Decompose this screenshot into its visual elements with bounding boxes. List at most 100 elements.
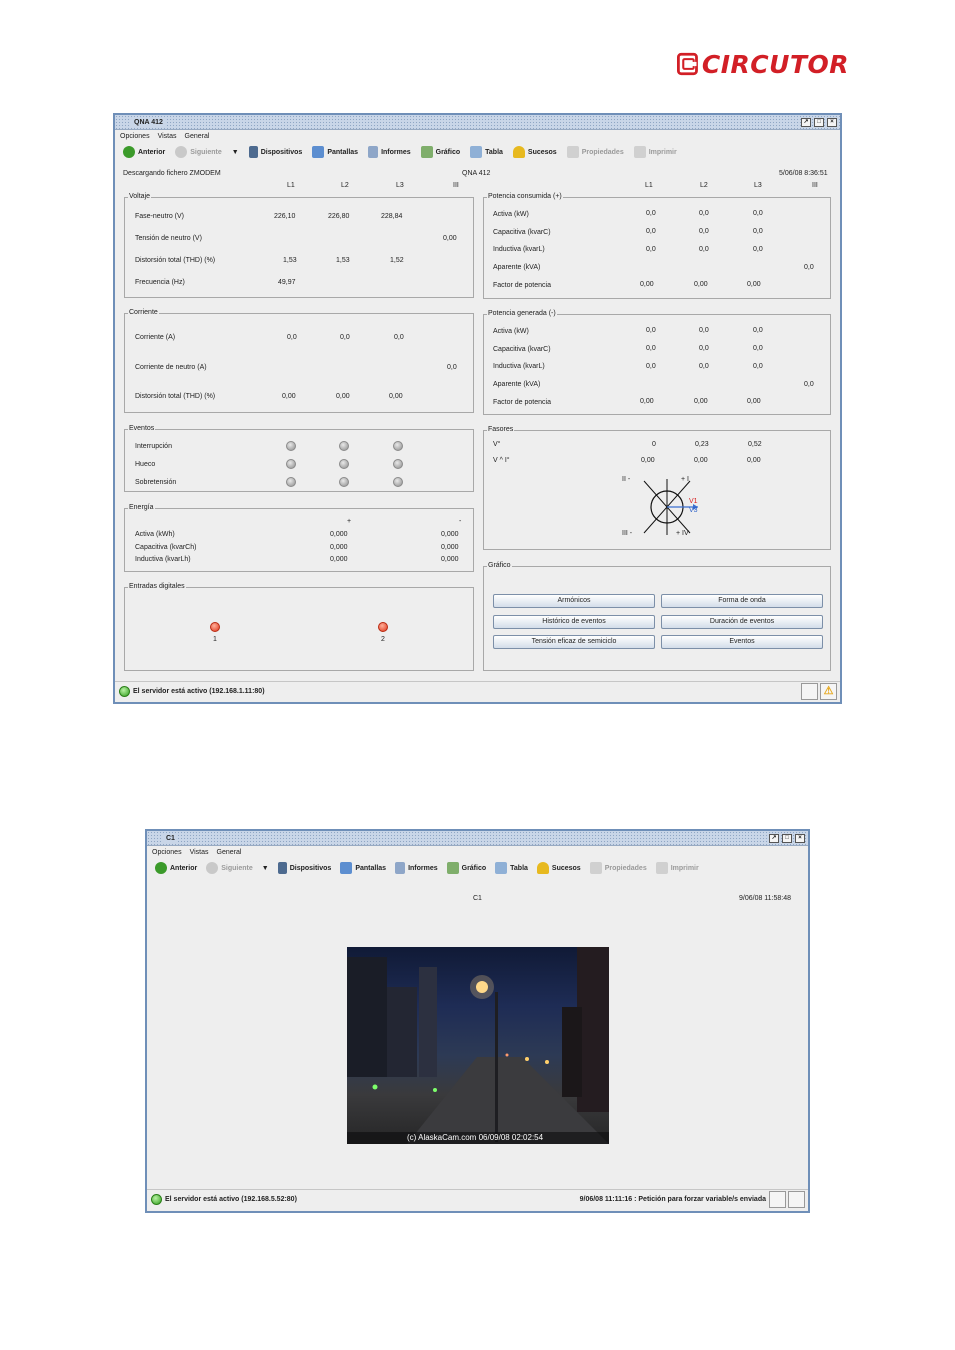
power-generated-panel: Potencia generada (-) Activa (kW) 0,0 0,…: [483, 310, 831, 415]
power-value: 0,0: [646, 363, 656, 370]
phasor-value: 0: [652, 441, 656, 448]
menu-opciones[interactable]: Opciones: [152, 849, 182, 856]
print-button[interactable]: Imprimir: [655, 862, 699, 874]
energy-value: 0,000: [330, 544, 348, 551]
next-button[interactable]: Siguiente: [206, 862, 253, 874]
close-icon[interactable]: ×: [795, 833, 805, 843]
power-value: 0,0: [646, 246, 656, 253]
back-button[interactable]: Anterior: [155, 862, 197, 874]
reports-button[interactable]: Informes: [368, 146, 411, 158]
digital-input-led: [378, 622, 388, 632]
event-led: [393, 441, 403, 451]
data-transfer-icon[interactable]: [801, 683, 818, 700]
table-button[interactable]: Tabla: [495, 862, 528, 874]
chevron-down-icon: ▼: [231, 148, 239, 156]
close-icon[interactable]: ×: [827, 117, 837, 127]
power-value: 0,0: [753, 228, 763, 235]
voltage-value: 226,10: [274, 213, 296, 220]
bell-icon: [536, 862, 549, 874]
events-graph-button[interactable]: Eventos: [661, 635, 823, 649]
back-button[interactable]: Anterior: [123, 146, 165, 158]
menu-bar: Opciones Vistas General: [147, 846, 808, 858]
event-led: [286, 441, 296, 451]
power-value: 0,00: [747, 398, 761, 405]
menu-general[interactable]: General: [185, 133, 210, 140]
circutor-logo-mark: [677, 52, 698, 76]
next-button[interactable]: Siguiente: [175, 146, 222, 158]
power-consumed-panel: Potencia consumida (+) Activa (kW) 0,0 0…: [483, 193, 831, 299]
status-bar: El servidor está activo (192.168.5.52:80…: [147, 1189, 808, 1209]
power-row-label: Aparente (kVA): [493, 381, 541, 388]
power-consumed-panel-title: Potencia consumida (+): [487, 193, 563, 200]
detach-icon[interactable]: ↗: [801, 117, 811, 127]
status-bar: El servidor está activo (192.168.1.11:80…: [115, 681, 840, 701]
current-row-label: Corriente de neutro (A): [135, 364, 207, 371]
waveform-button[interactable]: Forma de onda: [661, 594, 823, 608]
events-panel-title: Eventos: [128, 425, 156, 432]
voltage-value: 228,84: [381, 213, 403, 220]
properties-button[interactable]: Propiedades: [589, 862, 647, 874]
phasor-row-label: V°: [493, 441, 501, 448]
energy-row-label: Capacitiva (kvarCh): [135, 544, 197, 551]
menu-vistas[interactable]: Vistas: [158, 133, 177, 140]
menu-general[interactable]: General: [217, 849, 242, 856]
voltage-row-label: Distorsión total (THD) (%): [135, 257, 216, 264]
maximize-icon[interactable]: □: [814, 117, 824, 127]
history-dropdown[interactable]: ▼: [232, 149, 239, 156]
event-row-label: Interrupción: [135, 443, 172, 450]
phasor-value: 0,00: [641, 457, 655, 464]
energy-value: 0,000: [441, 544, 459, 551]
qna412-window: QNA 412 ↗ □ × Opciones Vistas General An…: [113, 113, 842, 704]
menu-opciones[interactable]: Opciones: [120, 133, 150, 140]
screens-icon: [340, 862, 353, 874]
harmonics-button[interactable]: Armónicos: [493, 594, 655, 608]
chevron-down-icon: ▼: [261, 864, 269, 872]
half-cycle-rms-button[interactable]: Tensión eficaz de semiciclo: [493, 635, 655, 649]
devices-button[interactable]: Dispositivos: [277, 862, 331, 874]
current-row-label: Distorsión total (THD) (%): [135, 393, 216, 400]
warning-icon[interactable]: ⚠: [820, 683, 837, 700]
graph-panel-title: Gráfico: [487, 562, 512, 569]
reports-button[interactable]: Informes: [395, 862, 438, 874]
window-titlebar[interactable]: QNA 412 ↗ □ ×: [115, 115, 840, 130]
power-value: 0,0: [699, 228, 709, 235]
maximize-icon[interactable]: □: [782, 833, 792, 843]
printer-icon: [633, 146, 646, 158]
current-value: 0,0: [287, 334, 297, 341]
quadrant-i-label: + I: [681, 476, 689, 483]
graph-button[interactable]: Gráfico: [420, 146, 460, 158]
device-icon: [277, 862, 287, 874]
power-generated-panel-title: Potencia generada (-): [487, 310, 557, 317]
header-iii: III: [812, 182, 818, 189]
events-button[interactable]: Sucesos: [536, 862, 581, 874]
devices-button[interactable]: Dispositivos: [248, 146, 302, 158]
screens-button[interactable]: Pantallas: [340, 862, 386, 874]
events-button[interactable]: Sucesos: [512, 146, 557, 158]
energy-panel-title: Energía: [128, 504, 155, 511]
screens-button[interactable]: Pantallas: [312, 146, 358, 158]
current-value: 0,0: [340, 334, 350, 341]
power-row-label: Inductiva (kvarL): [493, 363, 545, 370]
print-button[interactable]: Imprimir: [633, 146, 677, 158]
power-row-label: Capacitiva (kvarC): [493, 346, 551, 353]
voltage-value: 1,52: [390, 257, 404, 264]
voltage-panel-title: Voltaje: [128, 193, 152, 200]
status-box[interactable]: [788, 1191, 805, 1208]
power-value: 0,00: [694, 398, 708, 405]
event-history-button[interactable]: Histórico de eventos: [493, 615, 655, 629]
table-button[interactable]: Tabla: [470, 146, 503, 158]
event-duration-button[interactable]: Duración de eventos: [661, 615, 823, 629]
digital-inputs-panel-title: Entradas digitales: [128, 583, 186, 590]
properties-button[interactable]: Propiedades: [566, 146, 624, 158]
status-box[interactable]: [769, 1191, 786, 1208]
detach-icon[interactable]: ↗: [769, 833, 779, 843]
graph-button[interactable]: Gráfico: [446, 862, 486, 874]
circutor-logo: CIRCUTOR: [677, 47, 849, 81]
arrow-left-icon: [123, 146, 135, 158]
camera-caption: (c) AlaskaCam.com 06/09/08 02:02:54: [407, 1133, 544, 1142]
history-dropdown[interactable]: ▼: [262, 865, 269, 872]
toolbar: Anterior Siguiente ▼ Dispositivos Pantal…: [115, 142, 840, 162]
menu-vistas[interactable]: Vistas: [190, 849, 209, 856]
window-titlebar[interactable]: C1 ↗ □ ×: [147, 831, 808, 846]
event-led: [286, 459, 296, 469]
